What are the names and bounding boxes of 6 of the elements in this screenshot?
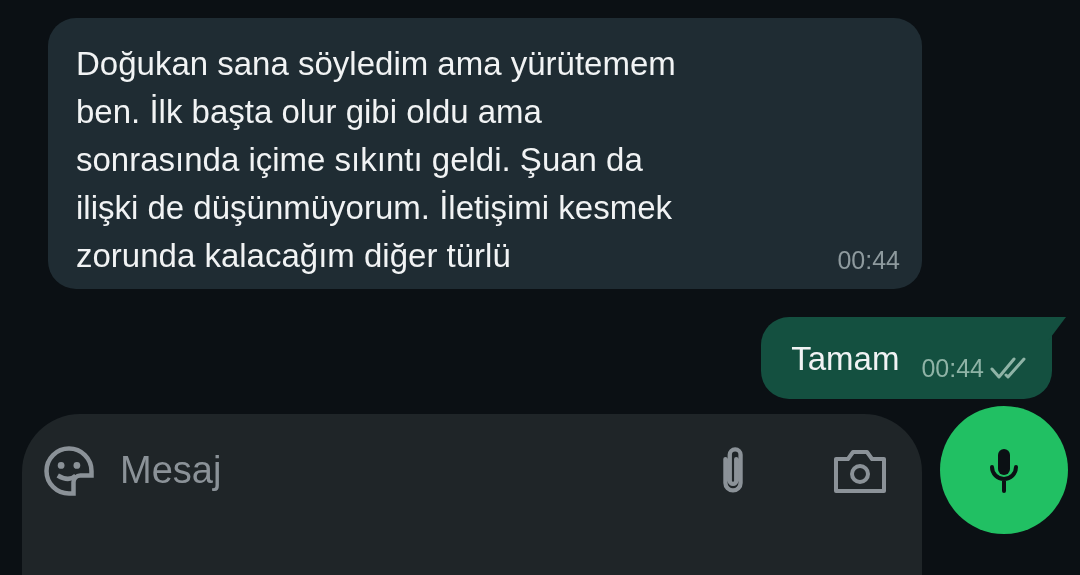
message-text: Tamam xyxy=(791,339,900,379)
message-time: 00:44 xyxy=(921,354,984,383)
message-field[interactable]: Mesaj xyxy=(118,448,694,493)
message-text: Doğukan sana söyledim ama yürütemem ben. İlk başta olur gibi oldu ama sonrasında içime sıkıntı geldi. Şuan da ilişki de düşünmüyorum. İletişimi kesmek zorunda kalacağım diğer türlü xyxy=(76,44,676,276)
message-time: 00:44 xyxy=(837,246,900,275)
sticker-icon[interactable] xyxy=(42,443,96,498)
